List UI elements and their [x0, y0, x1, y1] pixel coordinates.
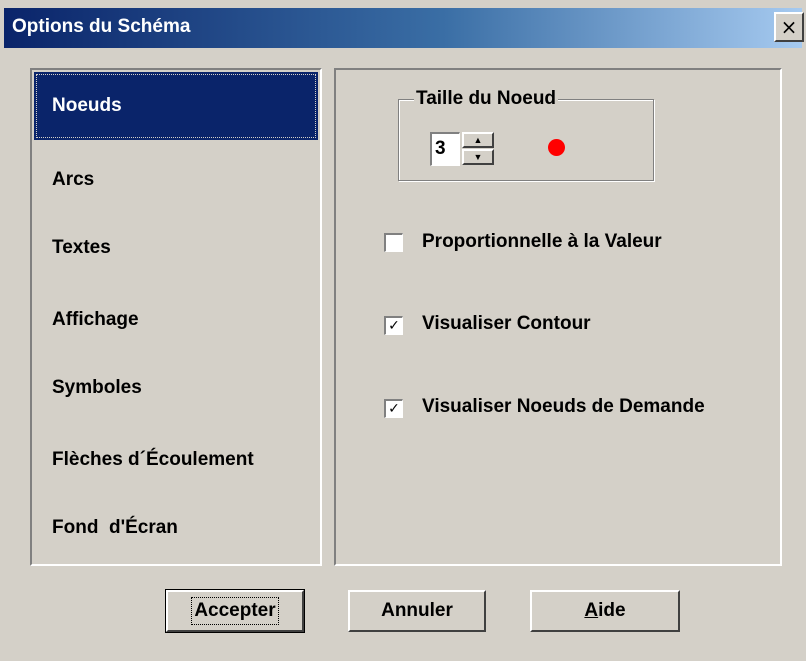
- nav-item-label: Arcs: [52, 169, 95, 190]
- close-icon: ×: [780, 15, 798, 39]
- accept-label: Accepter: [191, 597, 279, 625]
- nav-item-label: Affichage: [52, 309, 139, 330]
- nav-item-label: Textes: [52, 237, 111, 258]
- nav-item-label: Flèches d´Écoulement: [52, 449, 254, 470]
- node-size-input[interactable]: 3: [430, 132, 460, 166]
- options-dialog: Options du Schéma × Noeuds Arcs Textes A…: [0, 0, 806, 661]
- category-list: Noeuds Arcs Textes Affichage Symboles Fl…: [30, 68, 322, 566]
- arrow-down-icon: ▼: [473, 151, 483, 162]
- help-button[interactable]: Aide: [530, 590, 680, 632]
- cancel-label: Annuler: [381, 600, 453, 621]
- nav-item-affichage[interactable]: Affichage: [34, 286, 318, 354]
- arrow-up-icon: ▲: [473, 134, 483, 145]
- node-size-legend: Taille du Noeud: [414, 88, 559, 110]
- checkmark-icon: ✓: [388, 401, 400, 417]
- spin-down-button[interactable]: ▼: [462, 149, 494, 165]
- nav-item-label: Noeuds: [52, 95, 122, 116]
- help-label-rest: ide: [598, 600, 626, 621]
- proportional-label[interactable]: Proportionnelle à la Valeur: [422, 231, 662, 253]
- cancel-button[interactable]: Annuler: [348, 590, 486, 632]
- help-mnemonic: A: [584, 600, 599, 621]
- help-label: Aide: [584, 600, 625, 622]
- title-bar[interactable]: Options du Schéma: [4, 8, 802, 48]
- nav-item-arcs[interactable]: Arcs: [34, 146, 318, 214]
- spin-up-button[interactable]: ▲: [462, 132, 494, 148]
- close-button[interactable]: ×: [774, 12, 804, 42]
- nav-item-fond-ecran[interactable]: Fond d'Écran: [34, 494, 318, 562]
- accept-button[interactable]: Accepter: [165, 589, 305, 633]
- nav-item-symboles[interactable]: Symboles: [34, 354, 318, 422]
- nav-item-textes[interactable]: Textes: [34, 214, 318, 282]
- window-title: Options du Schéma: [12, 16, 191, 37]
- show-outline-label[interactable]: Visualiser Contour: [422, 313, 591, 335]
- checkmark-icon: ✓: [388, 318, 400, 334]
- show-outline-checkbox[interactable]: ✓: [384, 316, 403, 335]
- nav-item-label: Fond d'Écran: [52, 517, 178, 538]
- show-demand-nodes-label[interactable]: Visualiser Noeuds de Demande: [422, 396, 705, 418]
- nav-item-noeuds[interactable]: Noeuds: [34, 72, 318, 140]
- show-demand-nodes-checkbox[interactable]: ✓: [384, 399, 403, 418]
- node-preview-dot: [548, 139, 565, 156]
- nav-item-label: Symboles: [52, 377, 142, 398]
- proportional-checkbox[interactable]: [384, 233, 403, 252]
- nav-item-fleches-ecoulement[interactable]: Flèches d´Écoulement: [34, 426, 318, 494]
